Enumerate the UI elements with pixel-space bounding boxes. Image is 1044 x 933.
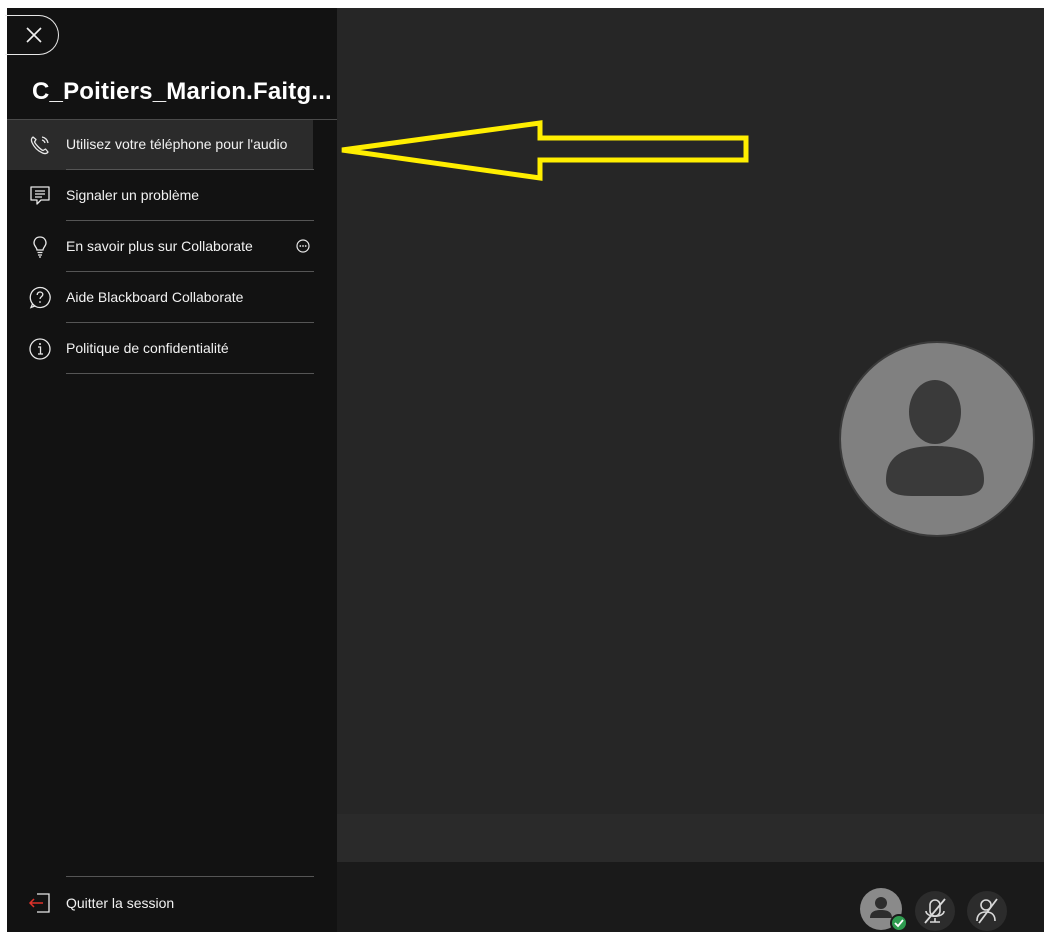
info-icon — [29, 338, 51, 360]
more-options-icon[interactable] — [296, 239, 310, 253]
quit-session-button[interactable]: Quitter la session — [7, 876, 337, 928]
camera-off-button[interactable] — [965, 889, 1009, 933]
menu-item-label: Signaler un problème — [66, 187, 200, 203]
sidebar-panel: C_Poitiers_Marion.Faitg... Utilisez votr… — [5, 8, 337, 932]
divider — [66, 220, 314, 221]
menu-item-help[interactable]: Aide Blackboard Collaborate — [7, 273, 337, 323]
divider — [66, 322, 314, 323]
menu-item-label: Utilisez votre téléphone pour l'audio — [66, 136, 288, 152]
menu-item-report-problem[interactable]: Signaler un problème — [7, 171, 337, 221]
lightbulb-icon — [33, 236, 47, 258]
help-icon — [29, 286, 51, 309]
close-panel-button[interactable] — [5, 15, 59, 55]
session-title: C_Poitiers_Marion.Faitg... — [32, 78, 332, 105]
divider — [66, 373, 314, 374]
menu-item-label: En savoir plus sur Collaborate — [66, 238, 253, 254]
divider — [66, 169, 314, 170]
divider — [66, 876, 314, 877]
exit-icon — [28, 893, 50, 913]
my-status-button[interactable] — [860, 888, 908, 932]
phone-icon — [30, 136, 49, 155]
quit-session-label: Quitter la session — [66, 895, 175, 911]
close-icon — [26, 27, 42, 43]
microphone-off-button[interactable] — [913, 889, 957, 933]
menu-item-label: Aide Blackboard Collaborate — [66, 289, 244, 305]
report-icon — [30, 186, 50, 205]
menu-item-phone-audio[interactable]: Utilisez votre téléphone pour l'audio — [7, 120, 314, 170]
divider — [66, 271, 314, 272]
stage-band — [337, 814, 1044, 862]
participant-avatar — [839, 341, 1035, 537]
menu-item-privacy[interactable]: Politique de confidentialité — [7, 324, 337, 374]
annotation-arrow — [341, 120, 749, 181]
menu-item-learn-more[interactable]: En savoir plus sur Collaborate — [7, 222, 337, 272]
menu-item-label: Politique de confidentialité — [66, 340, 229, 356]
